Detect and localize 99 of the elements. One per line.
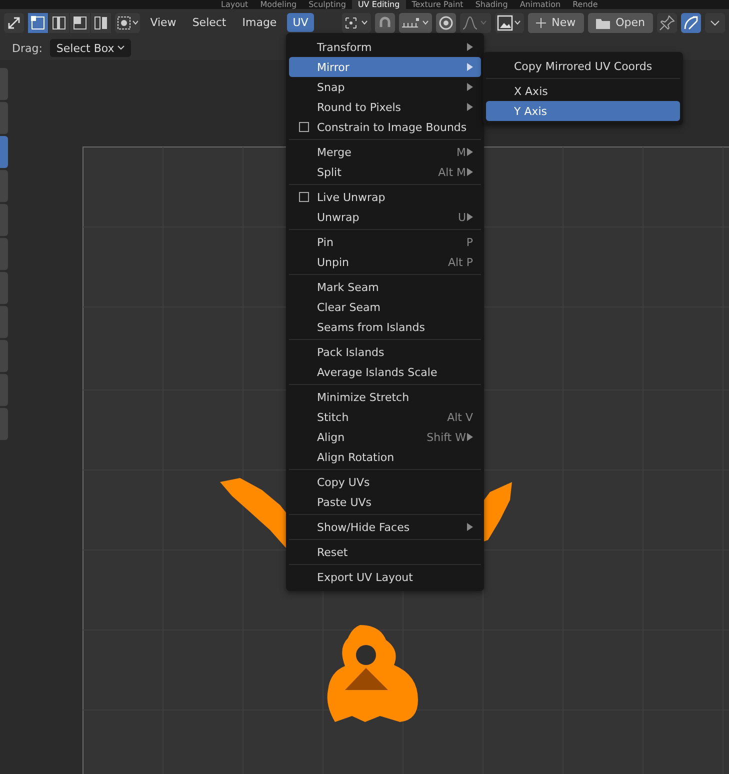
menu-item[interactable]: UV [286, 13, 314, 32]
menu-item[interactable]: Live Unwrap [289, 187, 481, 207]
menu-item[interactable]: Minimize Stretch [289, 387, 481, 407]
workspace-tab[interactable]: Animation [514, 0, 567, 9]
menu-item[interactable]: Stitch Alt V [289, 407, 481, 427]
menu-item-label: Align Rotation [317, 450, 394, 464]
island-select-icon[interactable] [91, 12, 111, 32]
menu-item[interactable]: Pin P [289, 232, 481, 252]
menu-item[interactable]: Round to Pixels [289, 97, 481, 117]
menu-item-label: Pack Islands [317, 346, 384, 358]
shortcut-label: Shift W [426, 430, 466, 444]
menu-item[interactable]: Align Shift W [289, 427, 481, 447]
pivot-dropdown[interactable] [342, 12, 371, 32]
menu-item[interactable]: Show/Hide Faces [289, 517, 481, 537]
menu-item-label: Reset [317, 546, 348, 558]
menu-item-label: Split [317, 166, 342, 178]
menu-item-label: Seams from Islands [317, 320, 425, 334]
shortcut-label: Alt M [438, 166, 466, 178]
shortcut-label: U [458, 210, 466, 224]
uv-sync-icon[interactable] [681, 12, 701, 32]
checkbox[interactable] [299, 122, 309, 132]
edge-select-icon[interactable] [49, 12, 69, 32]
plus-icon [536, 18, 546, 28]
caret-icon[interactable] [705, 12, 725, 32]
menu-item-label: Live Unwrap [317, 190, 386, 204]
snap-magnet-icon[interactable] [374, 12, 395, 32]
menu-item[interactable]: Snap [289, 77, 481, 97]
workspace-tab[interactable]: Texture Paint [406, 0, 470, 9]
menu-item[interactable]: Mirror [289, 57, 481, 77]
menu-item[interactable]: Constrain to Image Bounds [289, 117, 481, 137]
pin-icon[interactable] [657, 12, 677, 32]
menu-item[interactable]: Copy UVs [289, 472, 481, 492]
menu-item-label: Minimize Stretch [317, 390, 410, 404]
menu-item-label: Paste UVs [317, 496, 372, 508]
menu-item[interactable]: Reset [289, 542, 481, 562]
menu-item-label: Stitch [317, 410, 349, 424]
menu-item[interactable]: Average Islands Scale [289, 362, 481, 382]
menu-item[interactable]: Pack Islands [289, 342, 481, 362]
menu-item[interactable]: Align Rotation [289, 447, 481, 467]
face-select-icon[interactable] [70, 12, 90, 32]
menu-item[interactable]: Select [186, 13, 232, 32]
menu-item-label: Merge [317, 146, 352, 158]
menu-item-label: Average Islands Scale [317, 366, 438, 378]
workspace-tab[interactable]: Shading [469, 0, 514, 9]
open-button[interactable]: Open [588, 12, 653, 32]
vertex-select-icon[interactable] [28, 12, 48, 32]
shortcut-label: P [466, 236, 473, 248]
menu-item-label: Align [317, 430, 345, 444]
menu-item-label: Pin [317, 236, 334, 248]
menu-item-label: Unwrap [317, 210, 360, 224]
menu-item[interactable]: Merge M [289, 142, 481, 162]
menu-item-label: Show/Hide Faces [317, 520, 410, 534]
menu-item[interactable]: Unpin Alt P [289, 252, 481, 272]
checkbox[interactable] [299, 192, 309, 202]
shortcut-label: M [456, 146, 466, 158]
workspace-tab[interactable]: Modeling [254, 0, 303, 9]
snap-increment-dropdown[interactable] [398, 12, 432, 32]
menu-item[interactable]: Y Axis [486, 101, 680, 121]
menu-item[interactable]: View [144, 13, 182, 32]
menu-item[interactable]: Copy Mirrored UV Coords [486, 56, 680, 76]
workspace-tab[interactable]: UV Editing [352, 0, 406, 9]
folder-icon [596, 16, 610, 28]
menu-item-label: Copy UVs [317, 476, 370, 488]
menu-item-label: Mirror [317, 60, 350, 74]
menu-item[interactable]: Mark Seam [289, 277, 481, 297]
menu-item[interactable]: Seams from Islands [289, 317, 481, 337]
menu-item[interactable]: Unwrap U [289, 207, 481, 227]
caret-icon [117, 45, 126, 51]
drag-dropdown[interactable]: Select Box [50, 39, 132, 57]
menu-item-label: Transform [317, 40, 372, 54]
falloff-dropdown[interactable] [460, 12, 491, 32]
menu-item-label: Snap [317, 80, 345, 94]
new-button[interactable]: New [528, 12, 584, 32]
menu-item[interactable]: Image [236, 13, 283, 32]
workspace-tab[interactable]: Sculpting [302, 0, 352, 9]
workspace-tab[interactable]: Rende [566, 0, 604, 9]
menu-item-label: Export UV Layout [317, 570, 413, 584]
menu-item-label: Round to Pixels [317, 100, 402, 114]
shortcut-label: Alt P [448, 256, 473, 268]
menu-item-label: X Axis [514, 84, 548, 98]
menu-item[interactable]: Export UV Layout [289, 567, 481, 587]
workspace-tab[interactable]: Layout [215, 0, 254, 9]
menu-item[interactable]: X Axis [486, 81, 680, 101]
sticky-select-dropdown[interactable] [115, 12, 140, 32]
menu-item-label: Y Axis [514, 104, 548, 118]
menu-item[interactable]: Transform [289, 37, 481, 57]
shortcut-label: Alt V [447, 410, 473, 424]
menu-item-label: Mark Seam [317, 280, 379, 294]
drag-label: Drag: [12, 42, 42, 54]
proportional-edit-icon[interactable] [436, 12, 456, 32]
image-browse-dropdown[interactable] [494, 12, 524, 32]
menu-item[interactable]: Split Alt M [289, 162, 481, 182]
menu-item-label: Copy Mirrored UV Coords [514, 60, 652, 72]
editor-type-icon[interactable] [4, 12, 24, 32]
menu-item[interactable]: Paste UVs [289, 492, 481, 512]
menu-item[interactable]: Clear Seam [289, 297, 481, 317]
menu-item-label: Unpin [317, 256, 350, 268]
menu-item-label: Clear Seam [317, 300, 380, 314]
menu-item-label: Constrain to Image Bounds [317, 120, 467, 134]
